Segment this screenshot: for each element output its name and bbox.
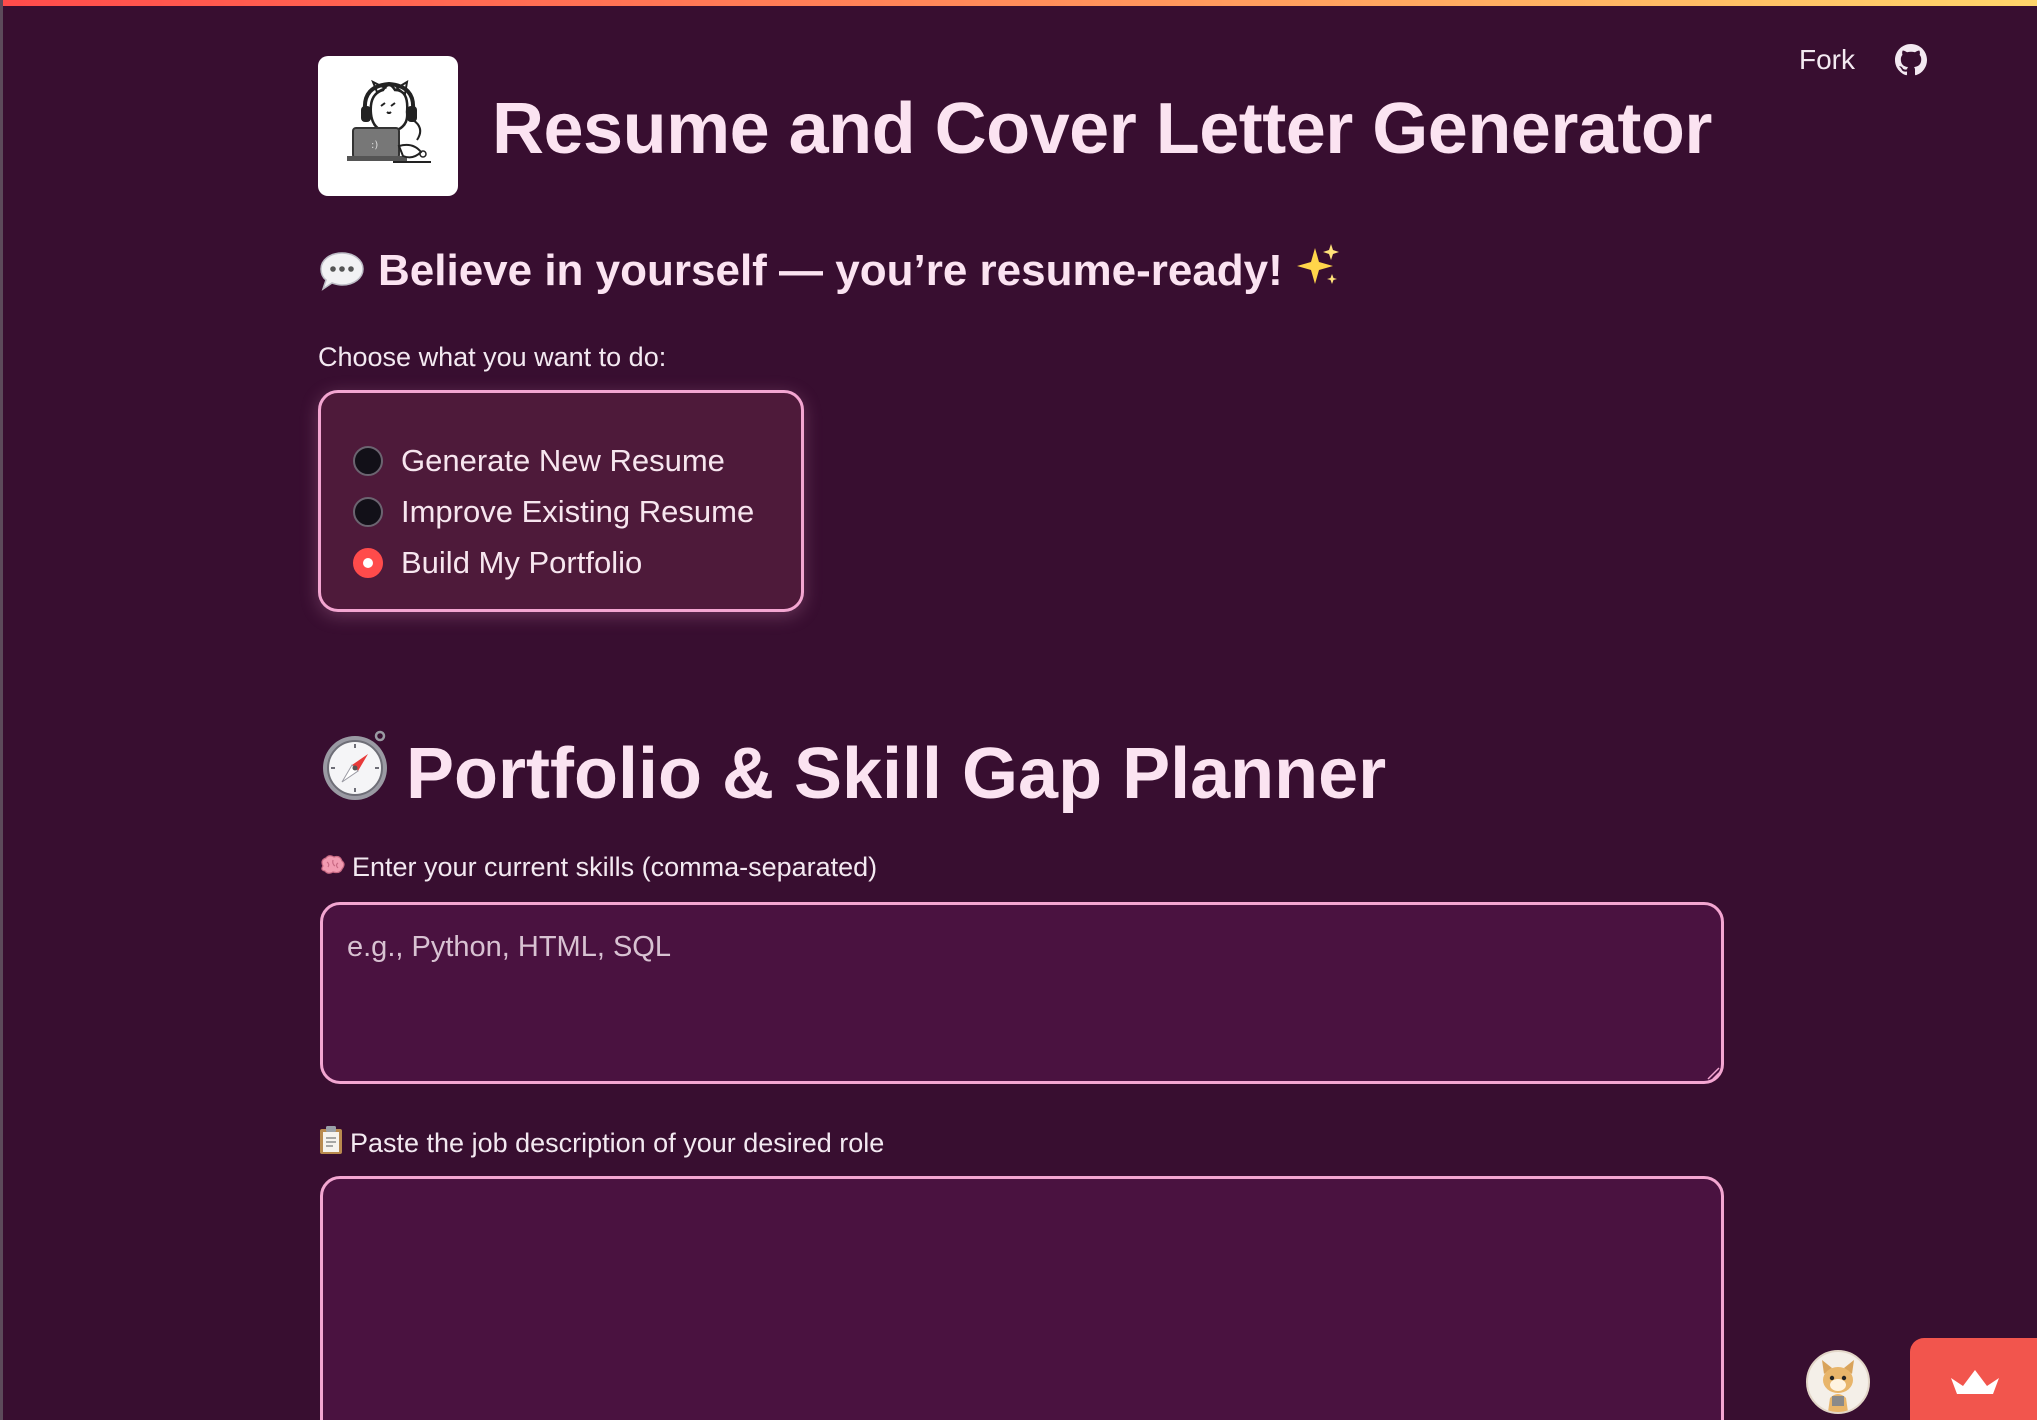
radio-option-generate-new-resume[interactable]: Generate New Resume [353, 435, 801, 486]
radio-button[interactable] [353, 445, 383, 476]
window-left-edge [0, 0, 3, 1420]
radio-option-improve-existing-resume[interactable]: Improve Existing Resume [353, 486, 801, 537]
planner-section-title: Portfolio & Skill Gap Planner [318, 728, 1386, 819]
radio-option-build-my-portfolio[interactable]: Build My Portfolio [353, 537, 801, 588]
header-actions: Fork [1799, 44, 1927, 76]
job-description-input[interactable] [320, 1176, 1724, 1420]
cat-avatar[interactable] [1806, 1350, 1870, 1414]
radio-label: Build My Portfolio [401, 544, 643, 580]
radio-button-selected[interactable] [353, 547, 383, 578]
planner-title-text: Portfolio & Skill Gap Planner [406, 733, 1387, 814]
compass-icon [318, 728, 392, 819]
app-title: Resume and Cover Letter Generator [492, 89, 1712, 169]
radio-label: Generate New Resume [401, 442, 725, 478]
top-decoration-strip [0, 0, 2037, 6]
cat-with-headphones-laptop-logo: :) [347, 79, 431, 163]
skills-field-label: Enter your current skills (comma-separat… [318, 852, 877, 883]
motivation-heading: Believe in yourself — you’re resume-read… [318, 242, 1341, 299]
streamlit-badge[interactable] [1910, 1338, 2037, 1420]
skills-label-text: Enter your current skills (comma-separat… [352, 852, 878, 882]
clipboard-icon [318, 1125, 344, 1162]
sparkles-icon [1295, 242, 1341, 299]
job-description-label-text: Paste the job description of your desire… [350, 1128, 885, 1158]
svg-text::): :) [371, 140, 378, 151]
mode-selector-label: Choose what you want to do: [318, 342, 667, 372]
app-logo: :) [318, 56, 458, 196]
radio-label: Improve Existing Resume [401, 493, 755, 529]
job-description-field-label: Paste the job description of your desire… [318, 1125, 884, 1162]
resize-handle[interactable] [1706, 1066, 1720, 1080]
fork-link[interactable]: Fork [1799, 44, 1855, 76]
speech-bubble-icon [318, 250, 366, 292]
crown-icon [1951, 1370, 1999, 1394]
github-icon[interactable] [1895, 44, 1927, 76]
radio-button[interactable] [353, 496, 383, 527]
skills-input[interactable] [320, 902, 1724, 1084]
mode-radio-group: Generate New Resume Improve Existing Res… [318, 390, 804, 612]
app-page: Fork :) Resume and Cover Letter Generato [0, 0, 2037, 1420]
brain-icon [318, 852, 346, 883]
motivation-text: Believe in yourself — you’re resume-read… [378, 245, 1283, 295]
